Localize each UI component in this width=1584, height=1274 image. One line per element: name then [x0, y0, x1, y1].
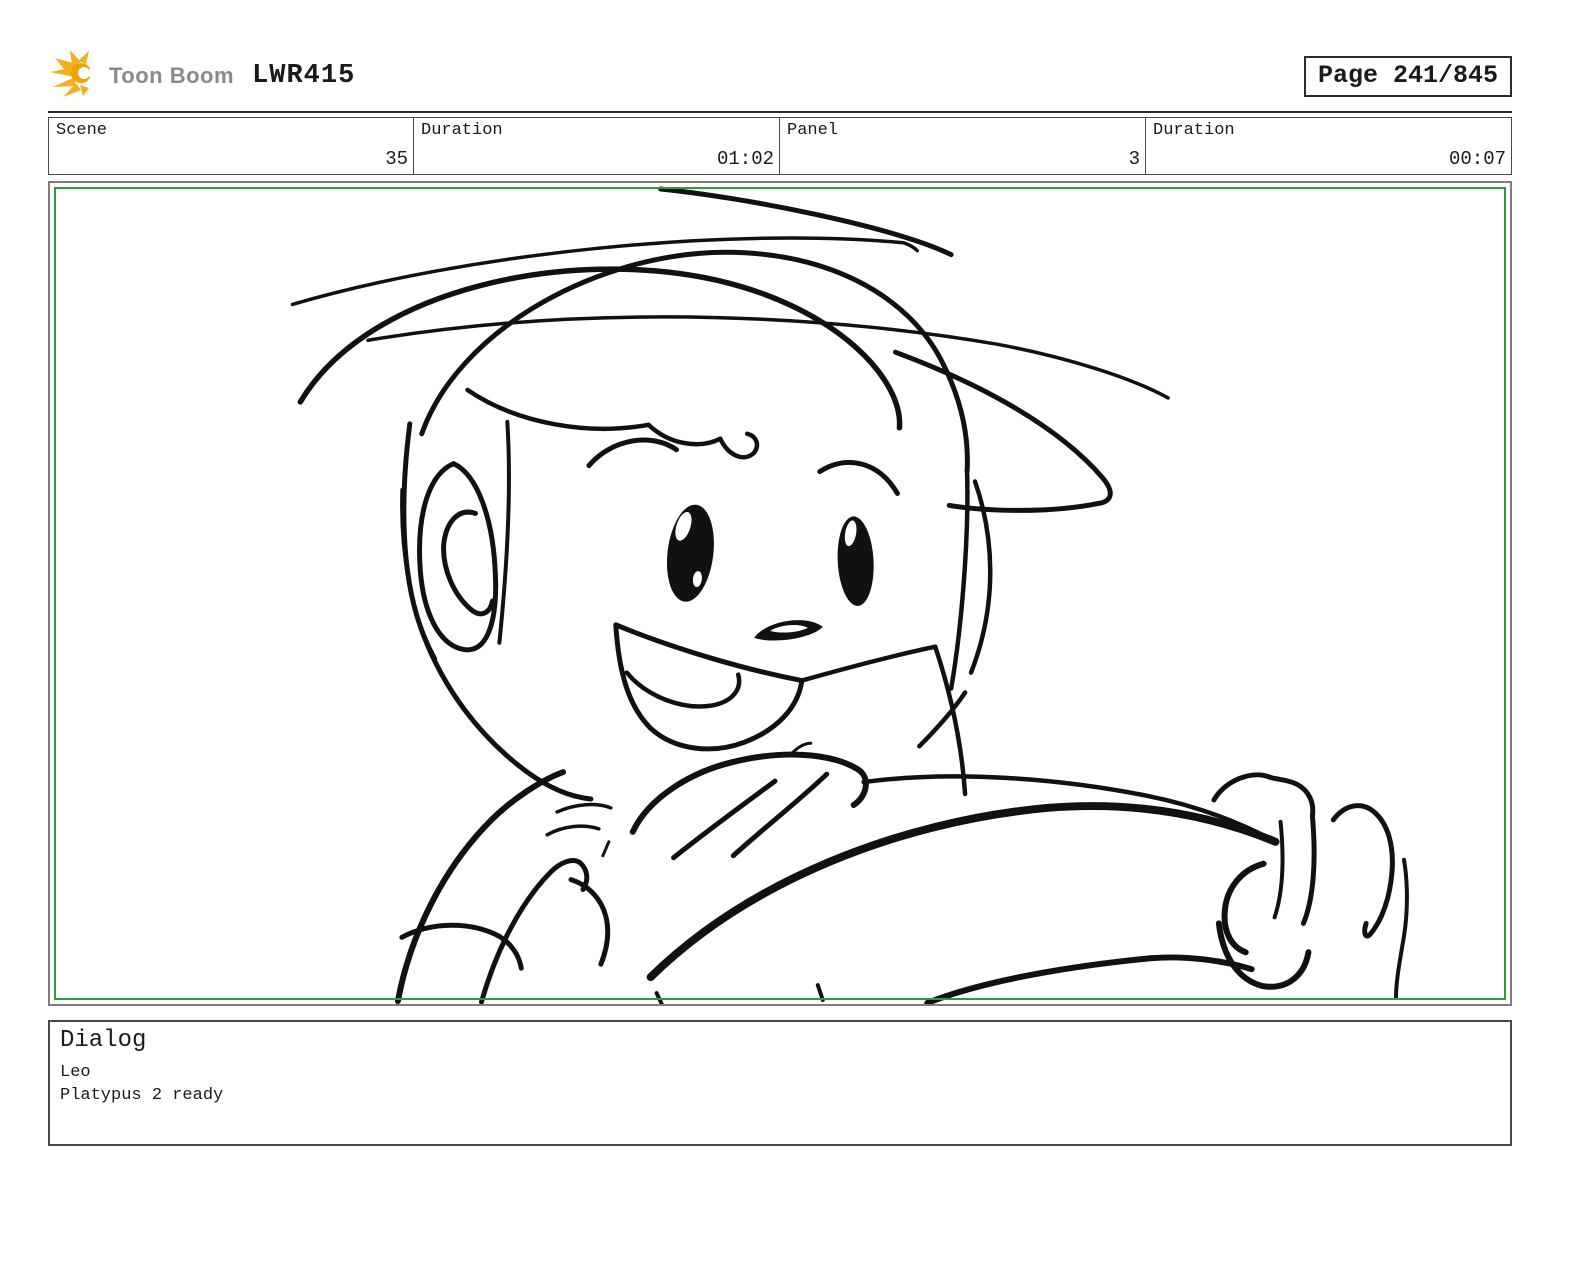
starburst-icon	[48, 49, 100, 104]
hat-crown-arc	[297, 266, 903, 431]
fist-inner-line	[1272, 819, 1285, 920]
hand-finger-1	[671, 778, 778, 861]
fist-thumb	[1221, 860, 1267, 956]
far-finger-2	[1394, 857, 1409, 1001]
panel-duration-cell: Duration 00:07	[1146, 117, 1512, 175]
dialog-character: Leo	[60, 1063, 91, 1082]
hat-brim-far-line	[366, 315, 1170, 400]
header: Toon Boom LWR415 Page 241/845	[48, 49, 1512, 104]
cuff-tick	[601, 840, 611, 858]
ear-outer	[417, 461, 499, 653]
toonboom-logo: Toon Boom	[48, 49, 234, 104]
logo-brand-text: Toon Boom	[109, 63, 235, 88]
thumb-curl	[568, 877, 611, 967]
far-finger-1	[1330, 803, 1395, 939]
jaw-line	[933, 644, 968, 797]
hat-brim-tip-loop	[892, 349, 1113, 513]
hand-outline	[629, 751, 869, 835]
right-eyebrow	[817, 459, 900, 496]
head-top	[419, 249, 970, 475]
scene-label: Scene	[56, 121, 108, 140]
fist-bottom	[1215, 920, 1312, 990]
left-eyebrow	[586, 437, 679, 469]
hand-nail-tick	[790, 741, 813, 755]
scene-duration-label: Duration	[421, 121, 503, 140]
fringe-curl	[718, 431, 760, 460]
eyes-and-nose	[666, 504, 874, 641]
bottom-tick-2	[815, 983, 825, 1003]
storyboard-panel	[48, 181, 1512, 1006]
wheel-rim-lower	[924, 954, 1255, 1004]
panel-duration-label: Duration	[1153, 121, 1235, 140]
scene-duration-cell: Duration 01:02	[414, 117, 780, 175]
scene-cell: Scene 35	[48, 117, 414, 175]
panel-value: 3	[1128, 148, 1140, 170]
hand-finger-2	[730, 771, 830, 859]
fist-knuckles	[1211, 772, 1316, 819]
page: Toon Boom LWR415 Page 241/845 Scene 35 D…	[48, 49, 1512, 1146]
head-left-edge	[401, 421, 594, 802]
dialog-box: Dialog Leo Platypus 2 ready	[48, 1020, 1512, 1146]
header-divider	[48, 111, 1512, 113]
panel-duration-value: 00:07	[1448, 148, 1506, 170]
tongue-line	[624, 670, 742, 709]
scene-duration-value: 01:02	[716, 148, 774, 170]
panel-label: Panel	[787, 121, 839, 140]
cheek-line	[799, 644, 938, 683]
storyboard-sketch	[290, 186, 1409, 1004]
scene-value: 35	[385, 148, 408, 170]
bottom-tick-1	[654, 991, 664, 1004]
fist-right-edge	[1300, 813, 1317, 926]
project-title: LWR415	[252, 61, 356, 91]
cuff-mark-1	[555, 802, 613, 814]
panel-cell: Panel 3	[780, 117, 1146, 175]
info-row: Scene 35 Duration 01:02 Panel 3 Duration…	[48, 117, 1512, 175]
sideburn	[497, 419, 511, 645]
dialog-line: Platypus 2 ready	[60, 1085, 224, 1105]
wheel-rim-thick	[646, 802, 1280, 982]
page-number-box: Page 241/845	[1303, 55, 1512, 97]
dialog-heading: Dialog	[60, 1027, 147, 1054]
fringe-sweep	[465, 387, 651, 431]
cuff-mark-2	[545, 824, 601, 837]
ear-inner	[441, 509, 495, 617]
